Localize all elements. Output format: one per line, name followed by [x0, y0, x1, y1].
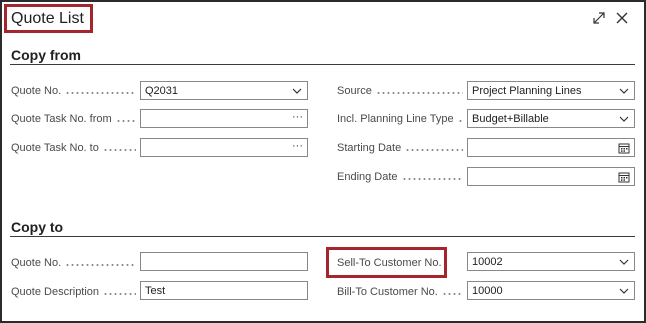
quote-no-field[interactable]: Q2031	[140, 81, 308, 100]
chevron-down-icon[interactable]	[618, 256, 630, 268]
quote-no-label: Quote No.	[11, 84, 136, 98]
calendar-icon[interactable]	[618, 171, 630, 183]
chevron-down-icon[interactable]	[618, 113, 630, 125]
target-quote-no-field[interactable]	[140, 252, 308, 271]
close-icon[interactable]	[614, 10, 630, 26]
ending-date-field[interactable]	[467, 167, 635, 186]
incl-planning-line-type-select[interactable]: Budget+Billable	[467, 109, 635, 128]
copy-to-divider	[10, 236, 635, 237]
quote-task-no-from-field[interactable]: ···	[140, 109, 308, 128]
ellipsis-button[interactable]: ···	[292, 111, 303, 123]
expand-icon[interactable]	[591, 10, 607, 26]
source-select[interactable]: Project Planning Lines	[467, 81, 635, 100]
sell-to-customer-no-select[interactable]: 10002	[467, 252, 635, 271]
starting-date-field[interactable]	[467, 138, 635, 157]
starting-date-label: Starting Date	[337, 141, 463, 155]
source-label: Source	[337, 84, 463, 98]
quote-no-value: Q2031	[145, 85, 179, 97]
copy-from-divider	[10, 64, 635, 65]
incl-planning-line-type-label: Incl. Planning Line Type	[337, 112, 463, 126]
calendar-icon[interactable]	[618, 142, 630, 154]
sell-to-customer-no-label: Sell-To Customer No.	[337, 257, 442, 269]
bill-to-customer-no-select[interactable]: 10000	[467, 281, 635, 300]
ellipsis-button[interactable]: ···	[292, 140, 303, 152]
quote-task-no-to-label: Quote Task No. to	[11, 141, 136, 155]
quote-list-dialog: Quote List Copy from Quote No. Q2031 Quo…	[0, 0, 646, 323]
chevron-down-icon[interactable]	[291, 85, 303, 97]
copy-to-heading: Copy to	[11, 219, 64, 235]
chevron-down-icon[interactable]	[618, 285, 630, 297]
copy-from-heading: Copy from	[11, 47, 81, 63]
dialog-title: Quote List	[11, 10, 84, 27]
quote-task-no-from-label: Quote Task No. from	[11, 112, 136, 126]
target-quote-no-label: Quote No.	[11, 256, 136, 270]
bill-to-customer-no-label: Bill-To Customer No.	[337, 285, 463, 299]
ending-date-label: Ending Date	[337, 170, 463, 184]
quote-description-field[interactable]: Test	[140, 281, 308, 300]
quote-task-no-to-field[interactable]: ···	[140, 138, 308, 157]
quote-description-label: Quote Description	[11, 285, 136, 299]
chevron-down-icon[interactable]	[618, 85, 630, 97]
